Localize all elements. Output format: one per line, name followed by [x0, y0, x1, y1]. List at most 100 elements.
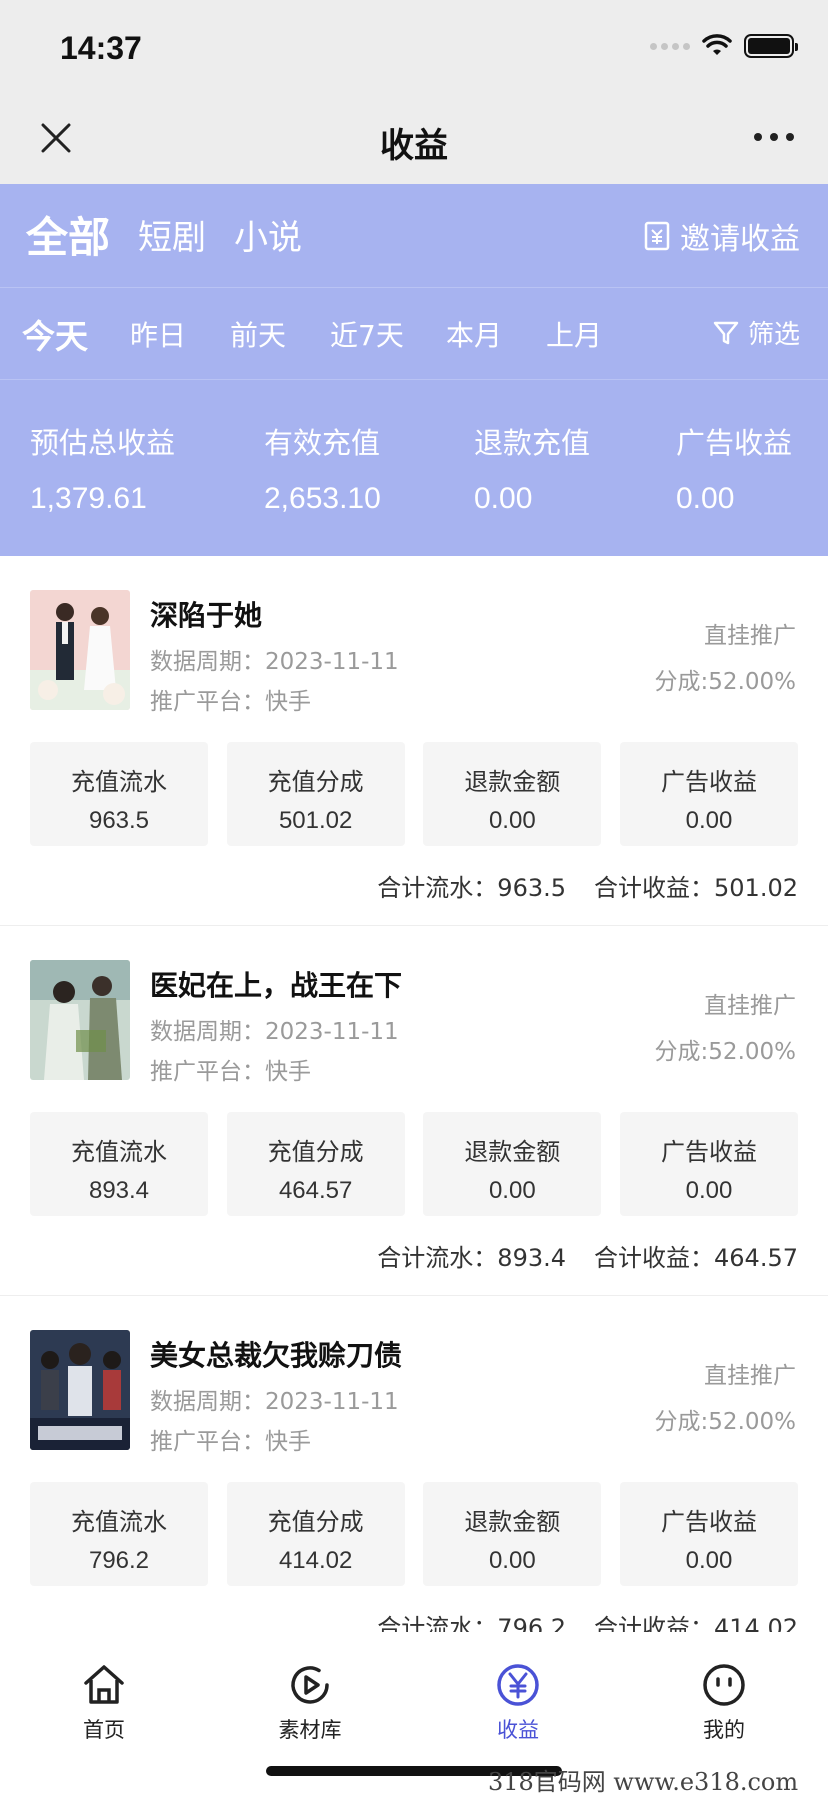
date-yesterday[interactable]: 昨日 — [130, 314, 186, 354]
share-ratio: 分成:52.00% — [654, 1409, 796, 1435]
stat-ad-income: 广告收益 0.00 — [619, 1482, 798, 1586]
stat-recharge-share: 充值分成 414.02 — [226, 1482, 405, 1586]
status-bar: 14:37 — [0, 0, 828, 92]
share-ratio: 分成:52.00% — [654, 1039, 796, 1065]
promotion-type: 直挂推广 — [704, 623, 796, 649]
invite-income-button[interactable]: 邀请收益 — [644, 214, 800, 258]
status-icons — [650, 34, 798, 58]
stat-refund-amount: 退款金额 0.00 — [423, 1482, 602, 1586]
total-income: 合计收益：464.57 — [594, 1244, 798, 1272]
drama-income-card[interactable]: 美女总裁欠我赊刀债 数据周期：2023-11-11 推广平台：快手 直挂推广 分… — [0, 1296, 828, 1666]
stat-value: 0.00 — [685, 807, 733, 834]
stat-refund-amount: 退款金额 0.00 — [423, 1112, 602, 1216]
stat-label: 退款金额 — [464, 1138, 561, 1166]
stat-recharge-flow: 充值流水 893.4 — [30, 1112, 208, 1216]
stat-label: 退款金额 — [464, 1508, 561, 1536]
date-last-7-days[interactable]: 近7天 — [330, 314, 404, 354]
more-icon[interactable] — [750, 122, 798, 152]
stat-recharge-flow: 充值流水 963.5 — [30, 742, 208, 846]
stat-ad-income: 广告收益 0.00 — [619, 742, 798, 846]
stat-label: 充值流水 — [71, 1138, 167, 1166]
total-income: 合计收益：501.02 — [594, 874, 798, 902]
signal-icon — [650, 42, 690, 50]
stat-value: 0.00 — [685, 1547, 733, 1574]
summary-label: 退款充值 — [474, 426, 591, 460]
total-flow: 合计流水：963.5 — [377, 874, 567, 902]
home-icon — [84, 1665, 124, 1704]
summary-estimated-total: 预估总收益 1,379.61 — [30, 420, 175, 516]
stat-label: 充值分成 — [267, 768, 364, 796]
stat-recharge-share: 充值分成 501.02 — [226, 742, 405, 846]
drama-title: 美女总裁欠我赊刀债 — [150, 1339, 403, 1372]
drama-income-card[interactable]: 深陷于她 数据周期：2023-11-11 推广平台：快手 直挂推广 分成:52.… — [0, 556, 828, 926]
yen-icon — [497, 1664, 539, 1706]
date-this-month[interactable]: 本月 — [446, 314, 502, 354]
stat-label: 广告收益 — [660, 768, 757, 796]
card-totals: 合计流水：963.5 合计收益：501.02 — [377, 868, 798, 903]
summary-label: 广告收益 — [676, 426, 793, 460]
stat-recharge-share: 充值分成 464.57 — [226, 1112, 405, 1216]
drama-cover — [30, 960, 130, 1080]
stat-value: 0.00 — [488, 1547, 536, 1574]
tab-income-label: 收益 — [497, 1718, 539, 1742]
stat-label: 广告收益 — [660, 1508, 757, 1536]
nav-bar: 收益 — [0, 92, 828, 184]
invite-income-label: 邀请收益 — [680, 222, 800, 257]
filter-button[interactable]: 筛选 — [712, 314, 800, 351]
wifi-icon — [702, 34, 732, 55]
promotion-platform: 推广平台：快手 — [150, 689, 311, 715]
stat-grid: 充值流水 893.4 充值分成 464.57 退款金额 0.00 广告收益 0.00 — [30, 1112, 798, 1216]
date-last-month[interactable]: 上月 — [546, 314, 602, 354]
stat-value: 796.2 — [88, 1547, 150, 1574]
tab-mine[interactable]: 我的 — [664, 1662, 784, 1744]
date-filter-row: 今天 昨日 前天 近7天 本月 上月 筛选 — [0, 288, 828, 380]
share-ratio: 分成:52.00% — [654, 669, 796, 695]
stat-refund-amount: 退款金额 0.00 — [423, 742, 602, 846]
page-title: 收益 — [380, 126, 448, 166]
data-period: 数据周期：2023-11-11 — [150, 1389, 399, 1415]
summary-valid-recharge: 有效充值 2,653.10 — [264, 420, 381, 516]
drama-income-card[interactable]: 医妃在上，战王在下 数据周期：2023-11-11 推广平台：快手 直挂推广 分… — [0, 926, 828, 1296]
stat-label: 充值流水 — [71, 1508, 167, 1536]
total-flow: 合计流水：893.4 — [377, 1244, 567, 1272]
stat-label: 充值分成 — [267, 1508, 364, 1536]
stat-value: 0.00 — [685, 1177, 733, 1204]
stat-label: 广告收益 — [660, 1138, 757, 1166]
tab-home[interactable]: 首页 — [44, 1662, 164, 1744]
summary-ad-income: 广告收益 0.00 — [676, 420, 792, 516]
drama-cover — [30, 1330, 130, 1450]
summary-value: 2,653.10 — [264, 482, 381, 515]
drama-title: 深陷于她 — [150, 599, 263, 632]
summary-label: 预估总收益 — [30, 426, 176, 460]
card-totals: 合计流水：893.4 合计收益：464.57 — [377, 1238, 798, 1273]
stat-label: 充值流水 — [71, 768, 167, 796]
stat-value: 0.00 — [488, 807, 536, 834]
drama-title: 医妃在上，战王在下 — [150, 969, 403, 1002]
tab-novel[interactable]: 小说 — [234, 210, 302, 259]
play-circle-icon — [291, 1666, 329, 1704]
tab-material-library-label: 素材库 — [278, 1718, 342, 1742]
stat-grid: 充值流水 963.5 充值分成 501.02 退款金额 0.00 广告收益 0.00 — [30, 742, 798, 846]
summary-refund-recharge: 退款充值 0.00 — [474, 420, 590, 516]
tab-material-library[interactable]: 素材库 — [250, 1662, 370, 1744]
summary-value: 0.00 — [676, 482, 735, 515]
date-today[interactable]: 今天 — [22, 310, 88, 358]
filter-icon — [713, 321, 739, 344]
income-summary: 预估总收益 1,379.61 有效充值 2,653.10 退款充值 0.00 广… — [0, 380, 828, 556]
income-header: 全部 短剧 小说 邀请收益 今天 昨日 前天 近7天 本月 上月 筛选 预估总收… — [0, 184, 828, 556]
tab-income[interactable]: 收益 — [458, 1662, 578, 1744]
date-day-before[interactable]: 前天 — [230, 314, 286, 354]
summary-label: 有效充值 — [264, 426, 381, 460]
status-time: 14:37 — [60, 30, 142, 66]
stat-label: 退款金额 — [464, 768, 561, 796]
summary-value: 0.00 — [474, 482, 533, 515]
promotion-type: 直挂推广 — [704, 1363, 796, 1389]
receipt-icon — [644, 221, 670, 251]
category-tabs: 全部 短剧 小说 邀请收益 — [0, 184, 828, 288]
tab-short-drama[interactable]: 短剧 — [138, 210, 206, 259]
stat-value: 0.00 — [488, 1177, 536, 1204]
data-period: 数据周期：2023-11-11 — [150, 649, 399, 675]
stat-value: 963.5 — [88, 807, 150, 834]
battery-icon — [744, 34, 798, 58]
tab-all[interactable]: 全部 — [26, 204, 110, 265]
